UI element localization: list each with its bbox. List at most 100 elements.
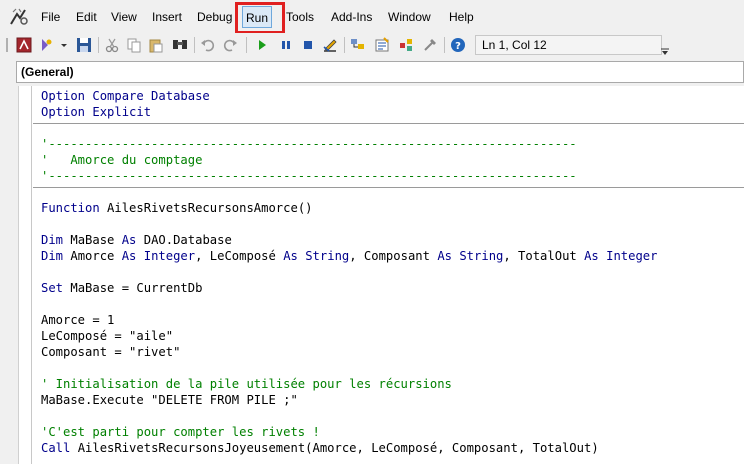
code-line[interactable]: [41, 296, 741, 312]
code-keyword: As: [121, 233, 137, 247]
code-keyword: As: [121, 249, 137, 263]
menu-add-ins[interactable]: Add-Ins: [328, 6, 375, 28]
code-text: AilesRivetsRecursonsAmorce(): [99, 201, 313, 215]
toolbar-separator: [194, 37, 195, 53]
toolbar-overflow-icon[interactable]: [660, 47, 670, 57]
access-view-icon[interactable]: [16, 37, 32, 53]
code-line[interactable]: Option Compare Database: [41, 88, 741, 104]
code-text: , Composant: [349, 249, 438, 263]
undo-icon[interactable]: [200, 37, 216, 53]
toolbar-separator: [246, 37, 247, 53]
toolbar-grip-icon[interactable]: [4, 37, 10, 53]
code-keyword: Option Explicit: [41, 105, 152, 119]
code-text: DAO.Database: [136, 233, 232, 247]
standard-toolbar: ? Ln 1, Col 12: [0, 33, 744, 58]
code-line[interactable]: MaBase.Execute "DELETE FROM PILE ;": [41, 392, 741, 408]
code-line[interactable]: Call AilesRivetsRecursonsJoyeusement(Amo…: [41, 440, 741, 456]
menu-view[interactable]: View: [108, 6, 140, 28]
reset-icon[interactable]: [300, 37, 316, 53]
code-editor-text[interactable]: Option Compare Database Option Explicit '-…: [41, 88, 741, 456]
toolbar-separator: [344, 37, 345, 53]
menu-insert[interactable]: Insert: [149, 6, 185, 28]
code-text: LeComposé = "aile": [41, 329, 174, 343]
window-left-border: [0, 86, 18, 464]
code-line[interactable]: [41, 120, 741, 136]
menu-bar: File Edit View Insert Debug Run Tools Ad…: [0, 0, 744, 34]
insert-module-icon[interactable]: [38, 37, 54, 53]
menu-file[interactable]: File: [38, 6, 63, 28]
code-keyword: Dim: [41, 249, 64, 263]
code-text: Amorce = 1: [41, 313, 115, 327]
code-line[interactable]: '---------------------------------------…: [41, 168, 741, 184]
code-line[interactable]: Dim MaBase As DAO.Database: [41, 232, 741, 248]
code-line[interactable]: Set MaBase = CurrentDb: [41, 280, 741, 296]
code-keyword: As: [584, 249, 599, 263]
code-keyword: String: [305, 249, 350, 263]
code-keyword: Set: [41, 281, 64, 295]
paste-icon[interactable]: [148, 37, 164, 53]
code-dropdown-bar: (General): [0, 58, 744, 86]
toolbar-separator: [98, 37, 99, 53]
code-keyword: Integer: [143, 249, 196, 263]
cursor-position-indicator: Ln 1, Col 12: [475, 35, 662, 55]
menu-tools[interactable]: Tools: [283, 6, 317, 28]
menu-edit[interactable]: Edit: [73, 6, 100, 28]
code-line[interactable]: '---------------------------------------…: [41, 136, 741, 152]
run-icon[interactable]: [254, 37, 270, 53]
vba-editor-icon[interactable]: [8, 6, 30, 28]
copy-icon[interactable]: [126, 37, 142, 53]
menu-run[interactable]: Run: [242, 6, 273, 28]
code-window[interactable]: Option Compare Database Option Explicit '-…: [0, 86, 744, 464]
code-line[interactable]: Amorce = 1: [41, 312, 741, 328]
object-browser-icon[interactable]: [398, 37, 414, 53]
code-line[interactable]: [41, 360, 741, 376]
code-text: Amorce: [63, 249, 122, 263]
code-line[interactable]: [41, 184, 741, 200]
toolbox-icon[interactable]: [422, 37, 438, 53]
redo-icon[interactable]: [222, 37, 238, 53]
code-keyword: Function: [41, 201, 100, 215]
code-comment: 'C'est parti pour compter les rivets !: [41, 425, 320, 439]
code-line[interactable]: Function AilesRivetsRecursonsAmorce(): [41, 200, 741, 216]
code-line[interactable]: [41, 264, 741, 280]
cut-icon[interactable]: [104, 37, 120, 53]
code-keyword: Integer: [606, 249, 658, 263]
menu-help[interactable]: Help: [446, 6, 477, 28]
code-text: Composant = "rivet": [41, 345, 181, 359]
svg-text:?: ?: [455, 41, 461, 52]
break-icon[interactable]: [278, 37, 294, 53]
toolbar-separator: [444, 37, 445, 53]
find-icon[interactable]: [172, 37, 188, 53]
code-line[interactable]: [41, 408, 741, 424]
code-text: MaBase = CurrentDb: [63, 281, 203, 295]
chevron-down-icon[interactable]: [60, 37, 68, 53]
properties-icon[interactable]: [374, 37, 390, 53]
code-keyword: As: [283, 249, 298, 263]
code-line[interactable]: Dim Amorce As Integer, LeComposé As Stri…: [41, 248, 741, 264]
object-dropdown[interactable]: (General): [16, 61, 744, 83]
code-comment: ' Initialisation de la pile utilisée pou…: [41, 377, 452, 391]
menu-debug[interactable]: Debug: [194, 6, 235, 28]
code-line[interactable]: ' Amorce du comptage: [41, 152, 741, 168]
code-line[interactable]: LeComposé = "aile": [41, 328, 741, 344]
code-line[interactable]: Option Explicit: [41, 104, 741, 120]
code-comment: ' Amorce du comptage: [41, 153, 203, 167]
code-line[interactable]: 'C'est parti pour compter les rivets !: [41, 424, 741, 440]
code-comment: '---------------------------------------…: [41, 169, 577, 183]
code-keyword: Option Compare Database: [41, 89, 210, 103]
margin-indicator-bar[interactable]: [18, 86, 32, 464]
code-line[interactable]: [41, 216, 741, 232]
code-comment: '---------------------------------------…: [41, 137, 577, 151]
save-icon[interactable]: [76, 37, 92, 53]
menu-window[interactable]: Window: [385, 6, 434, 28]
help-icon[interactable]: ?: [450, 37, 466, 53]
design-mode-icon[interactable]: [322, 37, 338, 53]
code-text: , TotalOut: [503, 249, 585, 263]
code-line[interactable]: ' Initialisation de la pile utilisée pou…: [41, 376, 741, 392]
project-explorer-icon[interactable]: [350, 37, 366, 53]
code-keyword: String: [459, 249, 504, 263]
code-line[interactable]: Composant = "rivet": [41, 344, 741, 360]
code-keyword: Dim: [41, 233, 64, 247]
code-keyword: As: [437, 249, 452, 263]
